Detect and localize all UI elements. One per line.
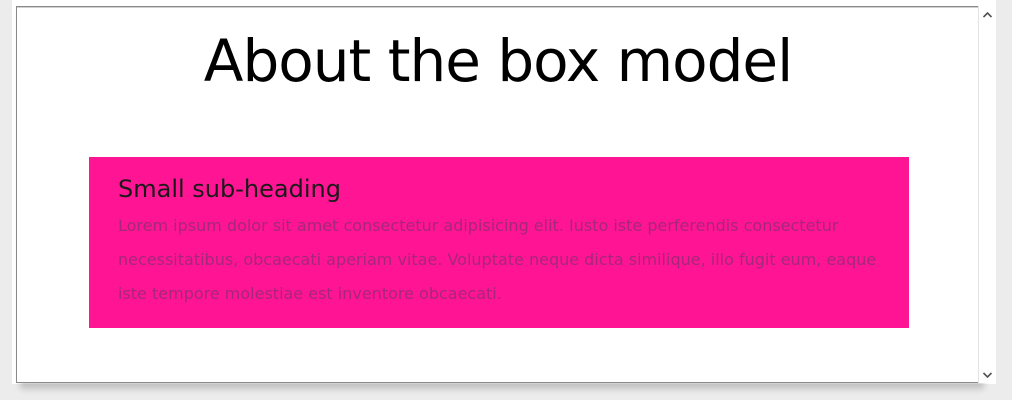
backdrop-left [0,0,12,400]
viewport-top-edge [17,7,979,8]
scroll-down-button[interactable] [979,366,996,383]
pink-box: Small sub-heading Lorem ipsum dolor sit … [89,157,909,328]
backdrop-bottom [0,384,1012,400]
browser-viewport: About the box model Small sub-heading Lo… [16,6,980,383]
lorem-paragraph: Lorem ipsum dolor sit amet consectetur a… [118,216,877,303]
backdrop-right [996,0,1012,400]
scrollbar-track[interactable] [979,23,996,366]
page-title: About the box model [203,27,793,95]
chevron-up-icon [983,11,992,18]
vertical-scrollbar[interactable] [978,6,996,383]
sub-heading: Small sub-heading [118,175,341,203]
chevron-down-icon [983,371,992,378]
scroll-up-button[interactable] [979,6,996,23]
